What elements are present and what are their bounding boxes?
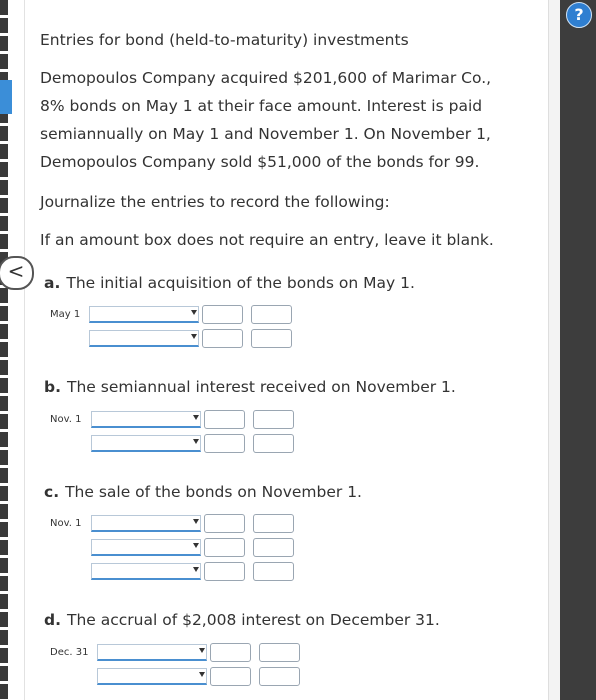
part-d-debit-input-2[interactable] (210, 667, 251, 686)
part-c-account-select-3[interactable] (91, 563, 201, 580)
right-sidebar (560, 0, 596, 700)
part-c-prompt: c. The sale of the bonds on November 1. (44, 483, 362, 501)
problem-line-3: semiannually on May 1 and November 1. On… (40, 125, 491, 143)
part-b-credit-input-1[interactable] (253, 410, 294, 429)
part-d-credit-input-2[interactable] (259, 667, 300, 686)
part-c-account-select-1[interactable] (91, 515, 201, 532)
problem-line-4: Demopoulos Company sold $51,000 of the b… (40, 153, 480, 171)
part-a-account-select-1[interactable] (89, 306, 199, 323)
part-d-credit-input-1[interactable] (259, 643, 300, 662)
part-d-letter: d. (44, 611, 61, 629)
left-strip-active-marker (0, 80, 12, 114)
part-b-account-select-1[interactable] (91, 411, 201, 428)
part-c-debit-input-3[interactable] (204, 562, 245, 581)
part-c-account-select-2[interactable] (91, 539, 201, 556)
instruction-text: Journalize the entries to record the fol… (40, 193, 390, 211)
part-b-credit-input-2[interactable] (253, 434, 294, 453)
part-d-date: Dec. 31 (50, 647, 89, 658)
chevron-down-icon (191, 334, 197, 339)
part-a-letter: a. (44, 274, 61, 292)
chevron-left-icon[interactable]: < (0, 256, 34, 290)
part-a-debit-input-1[interactable] (202, 305, 243, 324)
problem-line-2: 8% bonds on May 1 at their face amount. … (40, 97, 483, 115)
chevron-down-icon (193, 543, 199, 548)
part-c-text: The sale of the bonds on November 1. (65, 483, 362, 501)
part-c-credit-input-1[interactable] (253, 514, 294, 533)
part-b-text: The semiannual interest received on Nove… (66, 378, 456, 396)
part-a-date: May 1 (50, 309, 81, 320)
part-d-account-select-1[interactable] (97, 644, 207, 661)
part-b-prompt: b. The semiannual interest received on No… (44, 378, 456, 396)
left-gutter (0, 0, 26, 700)
part-d-prompt: d. The accrual of $2,008 interest on Dece… (44, 611, 440, 629)
chevron-down-icon (193, 415, 199, 420)
part-b-letter: b. (44, 378, 61, 396)
gutter-divider (24, 0, 25, 700)
part-a-prompt: a. The initial acquisition of the bonds o… (44, 274, 415, 292)
chevron-down-icon (199, 672, 205, 677)
part-b-account-select-2[interactable] (91, 435, 201, 452)
part-c-credit-input-3[interactable] (253, 562, 294, 581)
part-c-debit-input-2[interactable] (204, 538, 245, 557)
part-a-debit-input-2[interactable] (202, 329, 243, 348)
part-a-account-select-2[interactable] (89, 330, 199, 347)
note-text: If an amount box does not require an ent… (40, 231, 494, 249)
part-b-debit-input-1[interactable] (204, 410, 245, 429)
part-b-date: Nov. 1 (50, 414, 82, 425)
part-a-credit-input-1[interactable] (251, 305, 292, 324)
part-c-credit-input-2[interactable] (253, 538, 294, 557)
part-b-debit-input-2[interactable] (204, 434, 245, 453)
chevron-down-icon (191, 310, 197, 315)
part-c-letter: c. (44, 483, 60, 501)
part-c-date: Nov. 1 (50, 518, 82, 529)
part-a-credit-input-2[interactable] (251, 329, 292, 348)
chevron-down-icon (199, 648, 205, 653)
problem-line-1: Demopoulos Company acquired $201,600 of … (40, 69, 492, 87)
chevron-down-icon (193, 567, 199, 572)
part-d-debit-input-1[interactable] (210, 643, 251, 662)
part-c-debit-input-1[interactable] (204, 514, 245, 533)
help-icon[interactable]: ? (566, 2, 592, 28)
part-a-text: The initial acquisition of the bonds on … (66, 274, 415, 292)
part-d-text: The accrual of $2,008 interest on Decemb… (66, 611, 440, 629)
chevron-down-icon (193, 439, 199, 444)
question-title: Entries for bond (held-to-maturity) inve… (40, 31, 409, 49)
chevron-down-icon (193, 519, 199, 524)
part-d-account-select-2[interactable] (97, 668, 207, 685)
